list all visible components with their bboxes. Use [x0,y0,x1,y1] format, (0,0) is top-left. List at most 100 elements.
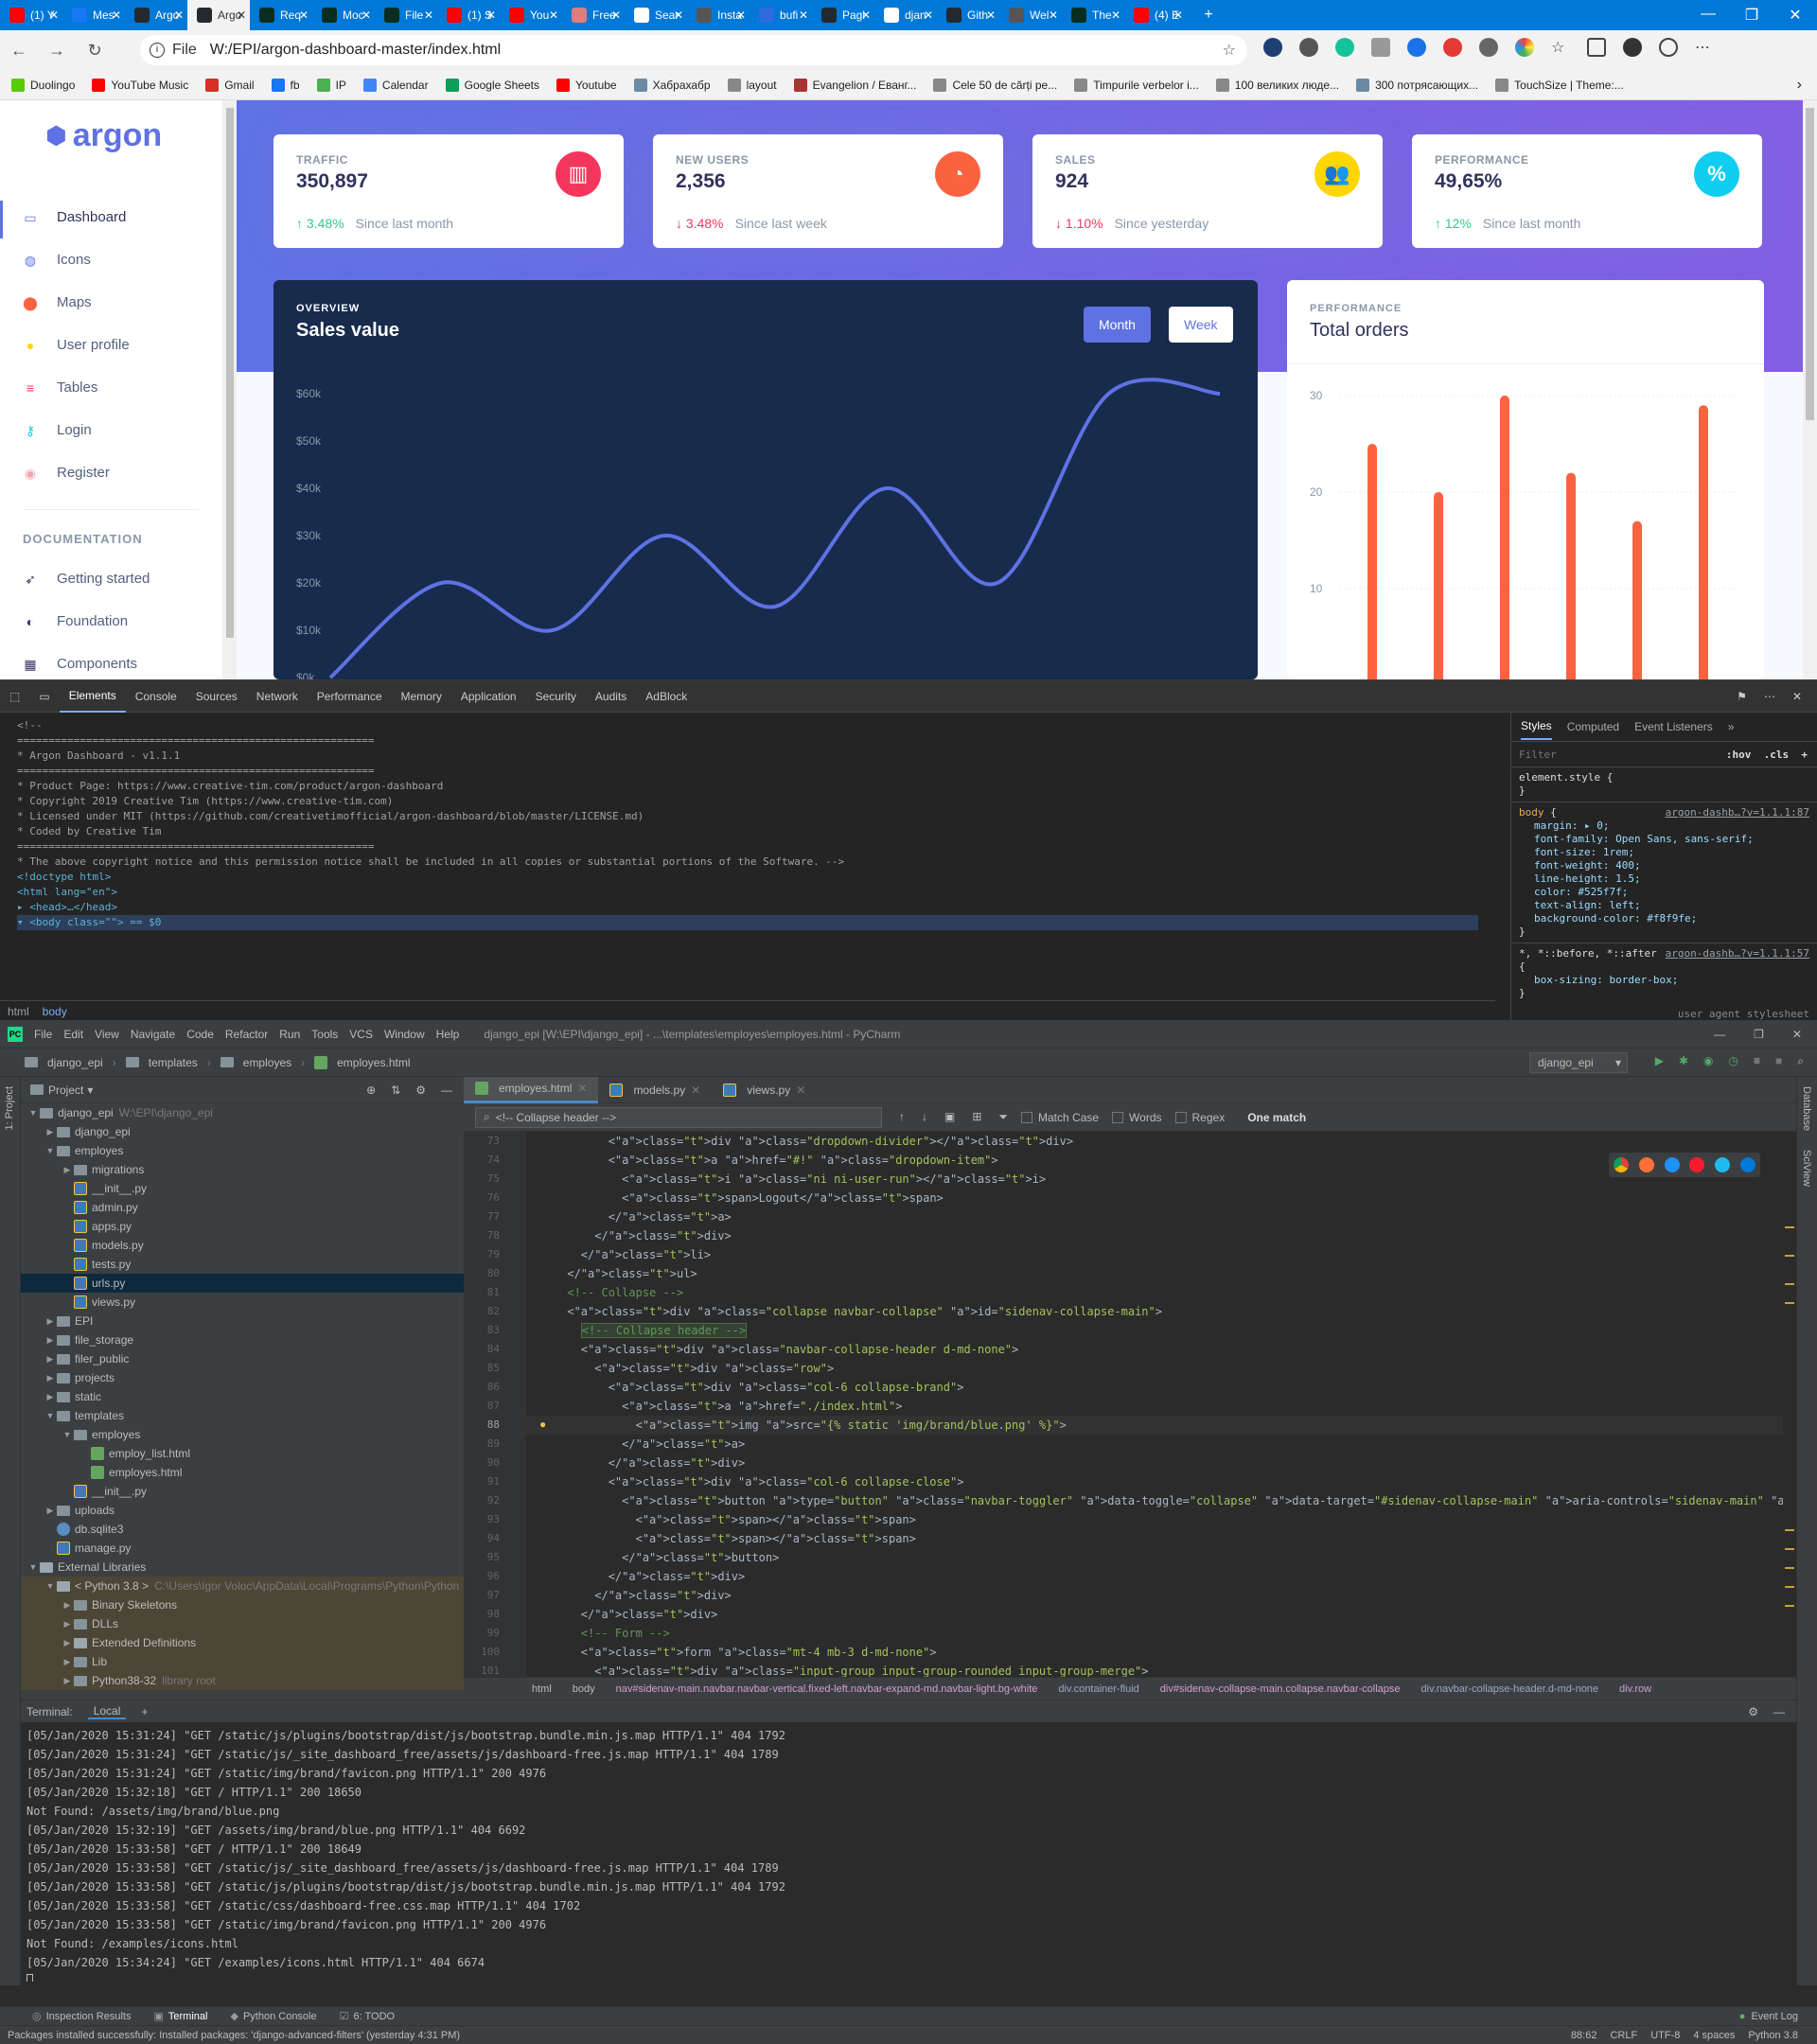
collections-icon[interactable] [1587,38,1606,57]
close-tab-icon[interactable]: ✕ [924,9,933,22]
chevron-right-icon[interactable]: ▶ [61,1657,74,1667]
styles-filter[interactable]: Filter :hov .cls + [1511,741,1817,767]
code-line[interactable]: </"a">class="t">li> [526,1245,1789,1264]
close-tab-icon[interactable]: ✕ [112,9,121,22]
close-tab-icon[interactable]: ✕ [986,9,996,22]
docs-item[interactable]: ➶ Getting started [23,571,150,587]
close-tab-icon[interactable]: ✕ [611,9,621,22]
code-line[interactable]: <"a">class="t">img "a">src="{% static 'i… [526,1416,1789,1435]
code-line[interactable]: <"a">class="t">i "a">class="ni ni-user-r… [526,1170,1789,1189]
browser-tab[interactable]: Mes ✕ [62,0,125,30]
editor-tab[interactable]: views.py ✕ [712,1077,817,1103]
tree-item[interactable]: models.py [21,1236,464,1255]
chevron-down-icon[interactable]: ▼ [26,1108,40,1118]
browser-tab[interactable]: (4) E ✕ [1124,0,1187,30]
concurrency-icon[interactable]: ≡ [1754,1054,1760,1068]
bookmark-item[interactable]: 300 потрясающих... [1356,78,1478,92]
feedback-icon[interactable]: ⚑ [1737,690,1747,703]
close-tab-icon[interactable]: ✕ [799,9,808,22]
warning-marker[interactable] [1785,1226,1794,1228]
dom-node-line[interactable]: ========================================… [17,839,1478,855]
close-tab-icon[interactable]: ✕ [299,9,309,22]
code-line[interactable]: </"a">class="t">div> [526,1605,1789,1624]
bookmark-item[interactable]: Gmail [205,78,255,92]
code-line[interactable]: <"a">class="t">button "a">type="button" … [526,1491,1789,1510]
sidebar-item-register[interactable]: ◉ Register [23,465,110,481]
browser-tab[interactable]: File ✕ [375,0,437,30]
close-tab-icon[interactable]: ✕ [486,9,496,22]
extension-icon[interactable] [1515,38,1534,57]
extension-icon[interactable] [1407,38,1426,57]
safari-icon[interactable] [1664,1157,1680,1172]
sidebar-scrollbar[interactable] [223,100,237,679]
code-line[interactable]: </"a">class="t">div> [526,1586,1789,1605]
sidebar-item-tables[interactable]: ≡ Tables [23,379,97,396]
bookmark-item[interactable]: Evangelion / Еванг... [793,78,916,92]
words-checkbox[interactable] [1112,1111,1124,1123]
tree-item[interactable]: ▶ Extended Definitions [21,1633,464,1652]
css-property[interactable]: color: #525f7f; [1519,886,1809,899]
run-icon[interactable]: ▶ [1655,1054,1664,1068]
tree-item[interactable]: tests.py [21,1255,464,1274]
code-line[interactable]: <"a">class="t">div "a">class="dropdown-d… [526,1132,1789,1151]
dom-node-line[interactable]: ========================================… [17,764,1478,779]
tree-item[interactable]: ▶ Binary Skeletons [21,1595,464,1614]
bookmark-item[interactable]: Calendar [362,78,429,92]
browser-tab[interactable]: bufi ✕ [750,0,812,30]
editor-breadcrumb-item[interactable]: div.container-fluid [1058,1683,1138,1695]
extension-icon[interactable] [1263,38,1282,57]
chevron-right-icon[interactable]: ▶ [44,1373,57,1383]
browser-tab[interactable]: Gith ✕ [937,0,999,30]
url-input[interactable]: i File W:/EPI/argon-dashboard-master/ind… [140,35,1247,65]
styles-tab[interactable]: Event Listeners [1634,720,1713,733]
browser-tab[interactable]: (1) Y ✕ [0,0,62,30]
opera-icon[interactable] [1689,1157,1705,1172]
chevron-right-icon[interactable]: ▶ [44,1316,57,1327]
code-line[interactable]: <"a">class="t">a "a">href="./index.html"… [526,1397,1789,1416]
browser-tab[interactable]: The ✕ [1062,0,1124,30]
add-occurrence-icon[interactable]: ⊞ [972,1110,981,1124]
code-line[interactable]: <"a">class="t">div "a">class="col-6 coll… [526,1472,1789,1491]
dom-node-line[interactable]: * Copyright 2019 Creative Tim (https://w… [17,794,1478,809]
inspect-icon[interactable]: ⬚ [0,680,29,713]
close-icon[interactable]: ✕ [1773,6,1817,25]
code-line[interactable]: </"a">class="t">div> [526,1454,1789,1472]
bookmark-item[interactable]: 100 великих люде... [1215,78,1339,92]
status-item[interactable]: UTF-8 [1650,2030,1680,2041]
previous-occurrence-icon[interactable]: ↑ [899,1110,905,1124]
new-tab-icon[interactable]: + [1187,7,1230,24]
devtools-tab-network[interactable]: Network [247,680,308,713]
minimize-icon[interactable]: — [1714,1028,1725,1041]
css-property[interactable]: font-family: Open Sans, sans-serif; [1519,833,1809,846]
code-line[interactable]: <"a">class="t">div "a">class="row"> [526,1359,1789,1378]
terminal-output[interactable]: [05/Jan/2020 15:31:24] "GET /static/js/p… [21,1722,1781,1982]
close-tab-icon[interactable]: ✕ [577,1082,587,1095]
code-line[interactable]: <"a">class="t">div "a">class="input-grou… [526,1662,1789,1677]
firefox-icon[interactable] [1638,1157,1654,1172]
devtools-tab-security[interactable]: Security [526,680,586,713]
editor-breadcrumb-item[interactable]: html [532,1683,552,1695]
search-everywhere-icon[interactable]: ⌕ [1797,1054,1804,1068]
tree-item[interactable]: ▼ employes [21,1425,464,1444]
close-icon[interactable]: ✕ [1792,690,1802,703]
extension-icon[interactable] [1299,38,1318,57]
add-rule-icon[interactable]: + [1801,749,1808,761]
chevron-down-icon[interactable]: ▼ [44,1146,57,1155]
bookmark-item[interactable]: layout [727,78,777,92]
browser-tab[interactable]: Argo ✕ [125,0,187,30]
elements-tree[interactable]: <!-- ====================================… [0,713,1495,1000]
tree-item[interactable]: employ_list.html [21,1444,464,1463]
tree-item[interactable]: ▶ static [21,1387,464,1406]
sidebar-item-login[interactable]: ⚷ Login [23,422,92,438]
tool-window-button[interactable]: ▣ Terminal [154,2010,208,2023]
bookmarks-overflow-icon[interactable]: › [1797,77,1817,94]
close-tab-icon[interactable]: ✕ [1173,9,1183,22]
nav-crumb[interactable]: templates [125,1056,198,1069]
chevron-down-icon[interactable]: ▼ [61,1430,74,1439]
event-log-button[interactable]: Event Log [1751,2011,1798,2022]
close-icon[interactable]: ✕ [1792,1028,1802,1041]
bookmark-item[interactable]: Timpurile verbelor i... [1074,78,1199,92]
menu-run[interactable]: Run [279,1028,300,1041]
coverage-icon[interactable]: ◉ [1703,1054,1713,1068]
tree-item[interactable]: ▼ employes [21,1141,464,1160]
